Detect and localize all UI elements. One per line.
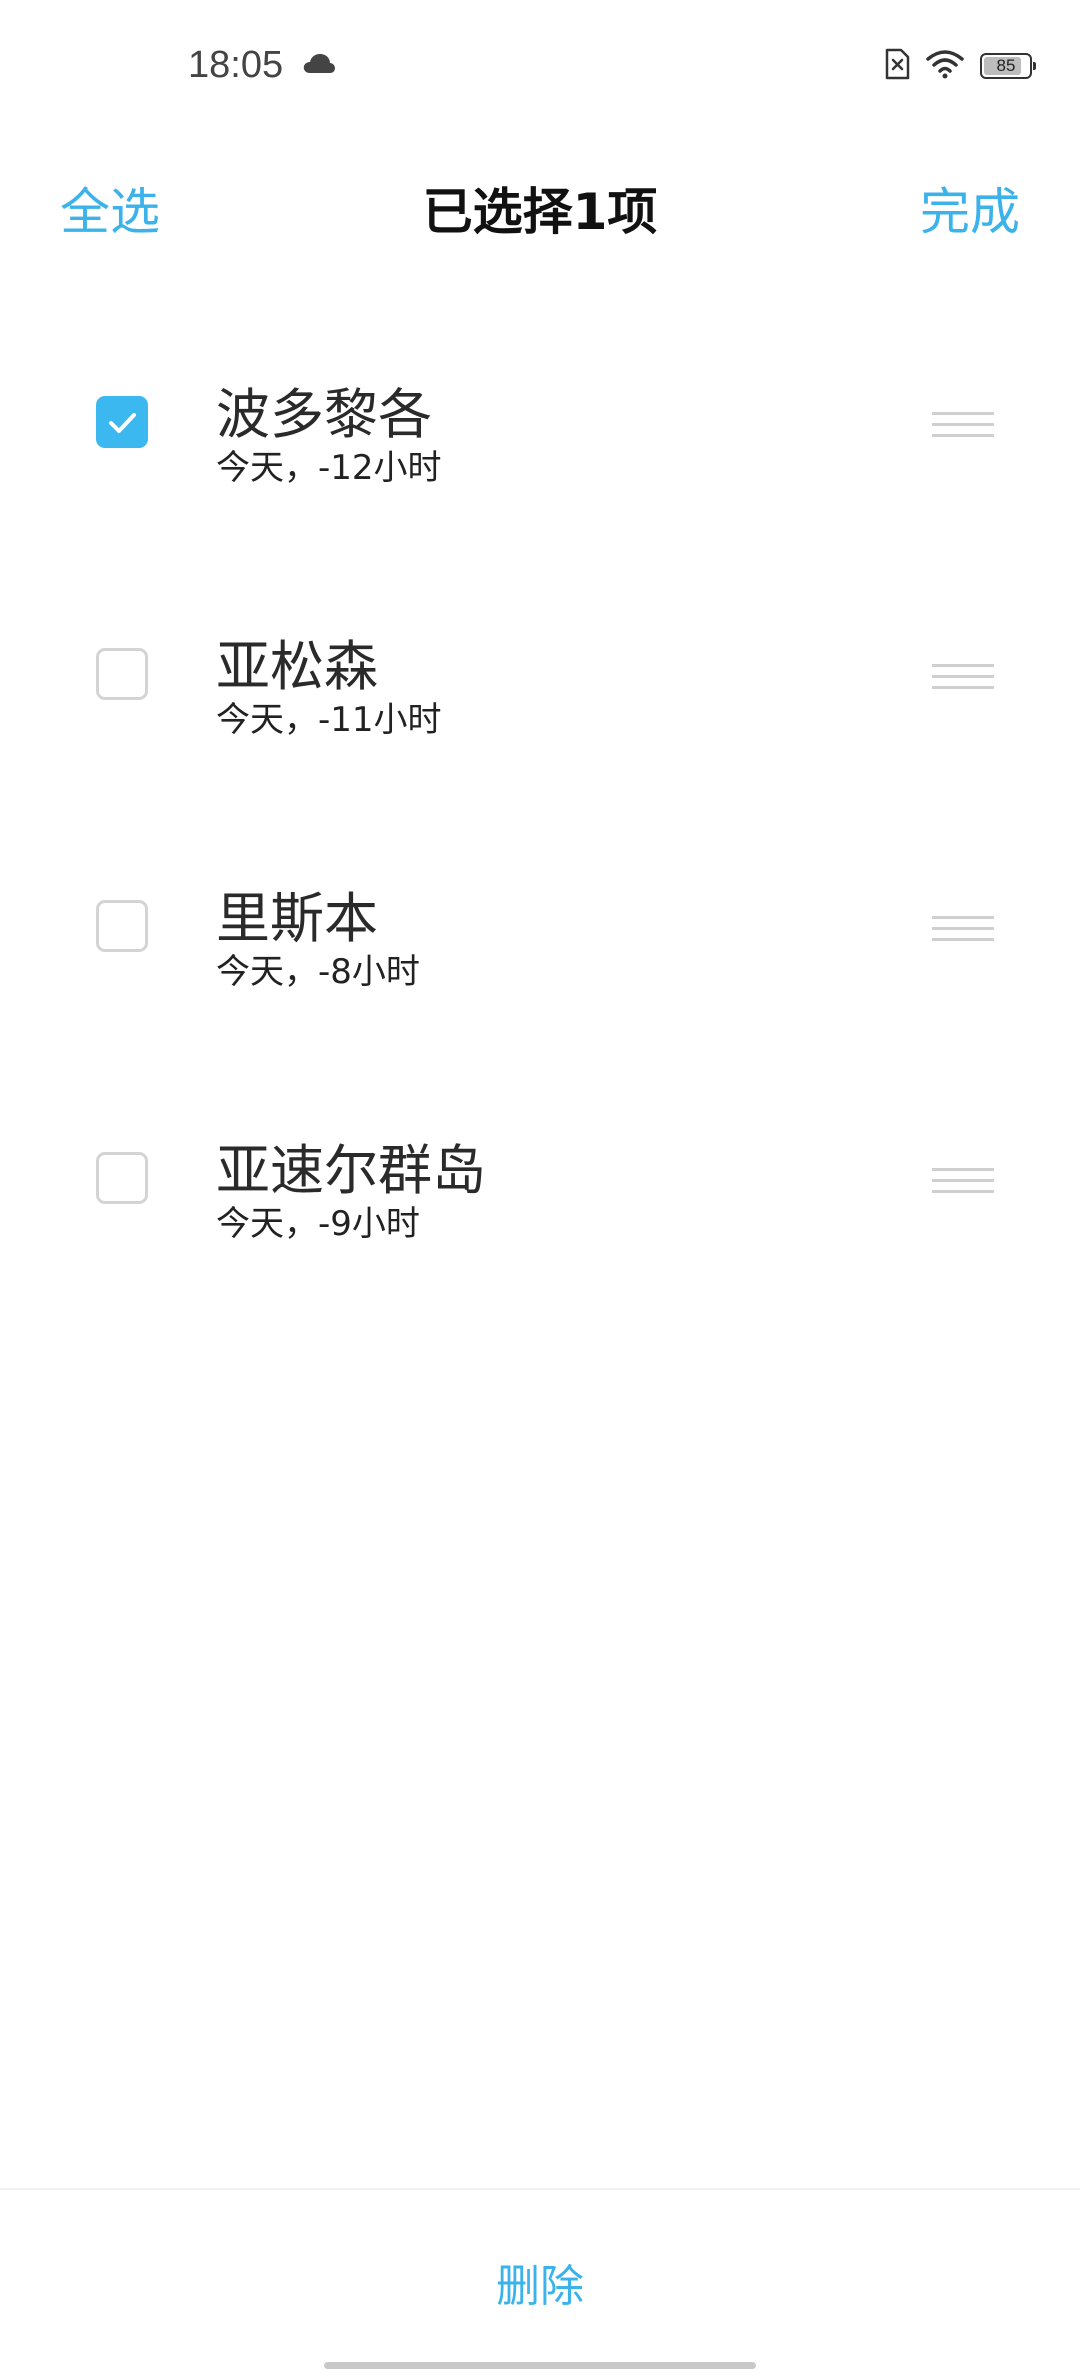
action-bar: 全选 已选择1项 完成: [0, 150, 1080, 260]
time-offset: 今天，-12小时: [216, 448, 442, 488]
checkmark-icon: [109, 413, 136, 433]
time-offset: 今天，-8小时: [216, 952, 420, 992]
status-bar: 18:05 85: [0, 0, 1080, 134]
list-item[interactable]: 波多黎各 今天，-12小时: [0, 340, 1080, 592]
battery-level: 85: [996, 56, 1016, 75]
list-item[interactable]: 亚速尔群岛 今天，-9小时: [0, 1096, 1080, 1348]
sim-error-icon: [884, 48, 910, 84]
cloud-icon: [302, 52, 336, 74]
drag-handle-icon[interactable]: [932, 412, 994, 438]
checkbox[interactable]: [96, 648, 148, 700]
battery-icon: 85: [980, 53, 1036, 79]
status-icons: 85: [884, 46, 1036, 86]
bottom-divider: [0, 2188, 1080, 2190]
drag-handle-icon[interactable]: [932, 1168, 994, 1194]
checkbox[interactable]: [96, 1152, 148, 1204]
status-time: 18:05: [188, 44, 284, 86]
drag-handle-icon[interactable]: [932, 664, 994, 690]
city-name: 亚速尔群岛: [216, 1139, 486, 1202]
city-list: 波多黎各 今天，-12小时 亚松森 今天，-11小时 里斯本 今天，-8小时 亚…: [0, 340, 1080, 1348]
checkbox[interactable]: [96, 900, 148, 952]
delete-button[interactable]: 删除: [0, 2250, 1080, 2314]
battery-nub: [1033, 62, 1036, 70]
wifi-icon: [926, 49, 964, 83]
done-button[interactable]: 完成: [920, 172, 1020, 244]
drag-handle-icon[interactable]: [932, 916, 994, 942]
time-offset: 今天，-11小时: [216, 700, 442, 740]
list-item[interactable]: 里斯本 今天，-8小时: [0, 844, 1080, 1096]
home-indicator[interactable]: [324, 2362, 756, 2369]
time-offset: 今天，-9小时: [216, 1204, 420, 1244]
checkbox[interactable]: [96, 396, 148, 448]
list-item[interactable]: 亚松森 今天，-11小时: [0, 592, 1080, 844]
city-name: 波多黎各: [216, 383, 432, 446]
city-name: 亚松森: [216, 635, 378, 698]
city-name: 里斯本: [216, 887, 378, 950]
page-title: 已选择1项: [422, 183, 658, 241]
